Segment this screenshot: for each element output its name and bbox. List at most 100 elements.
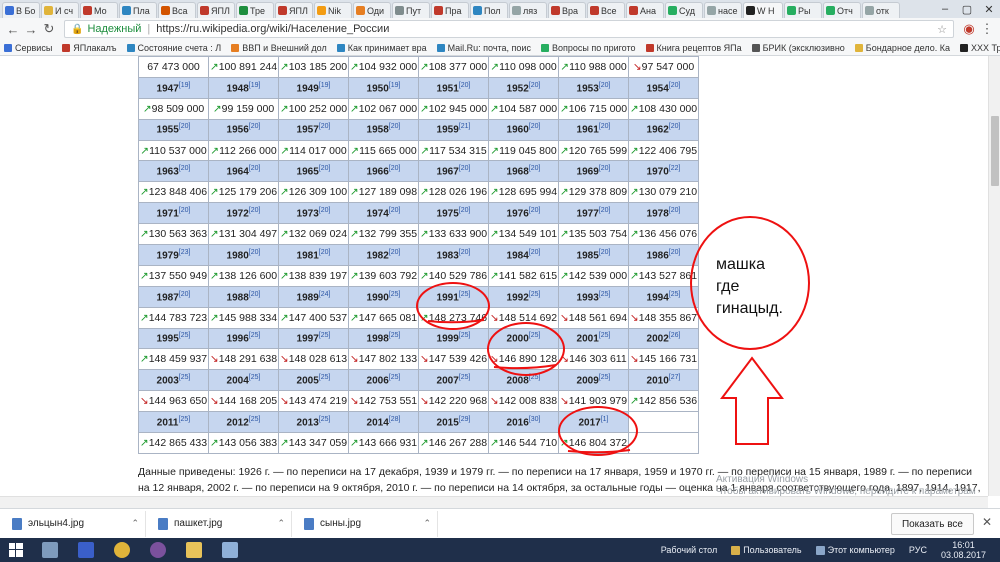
browser-tab[interactable]: отк <box>862 2 900 18</box>
download-filename: эльцын4.jpg <box>28 518 85 529</box>
browser-tab[interactable]: ЯПЛ <box>275 2 313 18</box>
tab-favicon-icon <box>356 6 365 15</box>
close-icon[interactable]: ✕ <box>978 0 1000 18</box>
minimize-icon[interactable]: – <box>934 0 956 18</box>
browser-tab[interactable]: Nik <box>314 2 352 18</box>
browser-tab[interactable]: Суд <box>665 2 703 18</box>
annotation-arrow <box>720 356 784 445</box>
bookmark-item[interactable]: Книга рецептов ЯПа <box>645 42 742 53</box>
tray-user-label: Пользователь <box>743 545 802 555</box>
forward-icon[interactable]: → <box>22 20 40 38</box>
bookmark-item[interactable]: Вопросы по пригото <box>540 43 636 53</box>
tab-label: Отч <box>837 5 853 16</box>
bookmark-item[interactable]: ВВП и Внешний дол <box>231 43 327 53</box>
viber-app-icon[interactable] <box>140 538 176 562</box>
browser-tab[interactable]: Оди <box>353 2 391 18</box>
browser-tab[interactable]: Пут <box>392 2 430 18</box>
tray-user[interactable]: Пользователь <box>731 545 802 555</box>
back-icon[interactable]: ← <box>4 20 22 38</box>
tab-favicon-icon <box>629 6 638 15</box>
bookmark-favicon-icon <box>4 43 12 52</box>
browser-tab[interactable]: Все <box>587 2 625 18</box>
tab-favicon-icon <box>512 6 521 15</box>
browser-tab[interactable]: Ры <box>784 2 822 18</box>
calculator-app-icon[interactable] <box>32 538 68 562</box>
tab-label: Ры <box>798 5 811 16</box>
browser-tab[interactable]: И сч <box>41 2 79 18</box>
browser-tab[interactable]: Тре <box>236 2 274 18</box>
tray-computer[interactable]: Этот компьютер <box>815 545 895 555</box>
bookmark-favicon-icon <box>540 43 549 52</box>
browser-tab[interactable]: Пла <box>119 2 157 18</box>
browser-tab[interactable]: Пра <box>431 2 469 18</box>
tray-computer-label: Этот компьютер <box>827 545 895 555</box>
bookmark-star-icon[interactable]: ☆ <box>937 23 947 36</box>
tab-label: Пол <box>484 5 501 16</box>
annotation-underline-2000 <box>493 364 557 370</box>
tab-favicon-icon <box>746 6 755 15</box>
tab-favicon-icon <box>161 6 170 15</box>
browser-tab[interactable]: Ана <box>626 2 664 18</box>
scroll-thumb[interactable] <box>991 116 999 186</box>
browser-tab[interactable]: Вра <box>548 2 586 18</box>
bookmark-favicon-icon <box>960 43 968 52</box>
browser-tab[interactable]: Пол <box>470 2 508 18</box>
browser-tab[interactable]: Вса <box>158 2 196 18</box>
browser-tab[interactable]: В Бо <box>2 2 40 18</box>
bookmark-label: Как принимает вра <box>347 42 427 53</box>
tab-favicon-icon <box>200 6 209 15</box>
tab-label: Вса <box>172 5 188 16</box>
reload-icon[interactable]: ↻ <box>40 20 58 38</box>
download-item[interactable]: эльцын4.jpg ⌃ <box>6 510 146 537</box>
extension-icon[interactable]: ◉ <box>960 20 978 38</box>
tab-label: В Бо <box>16 5 36 16</box>
annotation-underline-1991 <box>427 319 485 324</box>
clock[interactable]: 16:01 03.08.2017 <box>941 540 986 560</box>
download-item[interactable]: пашкет.jpg ⌃ <box>152 510 292 537</box>
browser-tab[interactable]: ляз <box>509 2 547 18</box>
vertical-scrollbar[interactable] <box>988 56 1000 496</box>
browser-tab[interactable]: Отч <box>823 2 861 18</box>
bookmark-item[interactable]: Как принимает вра <box>336 42 427 53</box>
browser-toolbar: ← → ↻ 🔒 Надежный | https://ru.wikipedia.… <box>0 18 1000 40</box>
tab-label: Пра <box>445 5 462 16</box>
bookmark-item[interactable]: Mail.Ru: почта, поис <box>436 43 531 53</box>
close-downloads-icon[interactable]: ✕ <box>982 515 992 529</box>
bookmark-label: Книга рецептов ЯПа <box>656 42 742 53</box>
chrome-app-icon[interactable] <box>104 538 140 562</box>
bookmark-item[interactable]: Сервисы <box>4 43 52 53</box>
show-all-downloads-button[interactable]: Показать все <box>890 513 974 535</box>
save-disk-app-icon[interactable] <box>68 538 104 562</box>
secure-label: Надежный <box>87 23 142 35</box>
file-explorer-app-icon[interactable] <box>176 538 212 562</box>
bookmark-label: Бондарное дело. Ка <box>865 42 950 53</box>
windows-start-icon[interactable] <box>0 538 32 562</box>
tab-favicon-icon <box>668 6 677 15</box>
bookmark-item[interactable]: ЯПлакалъ <box>62 43 117 53</box>
tab-favicon-icon <box>44 6 53 15</box>
paint-app-icon[interactable] <box>212 538 248 562</box>
bookmark-item[interactable]: Бондарное дело. Ка <box>854 42 950 53</box>
tab-label: ЯПЛ <box>289 5 308 16</box>
chevron-up-icon[interactable]: ⌃ <box>423 518 431 529</box>
download-item[interactable]: сыны.jpg ⌃ <box>298 510 438 537</box>
chevron-up-icon[interactable]: ⌃ <box>131 518 139 529</box>
horizontal-scrollbar[interactable] <box>0 496 988 508</box>
language-indicator[interactable]: РУС <box>909 545 927 555</box>
bookmark-item[interactable]: БРИК (эксклюзивно <box>751 43 845 53</box>
tab-label: Оди <box>367 5 385 16</box>
chevron-up-icon[interactable]: ⌃ <box>277 518 285 529</box>
address-bar[interactable]: 🔒 Надежный | https://ru.wikipedia.org/wi… <box>64 20 954 38</box>
menu-icon[interactable]: ⋮ <box>978 20 996 38</box>
browser-tab[interactable]: Мо <box>80 2 118 18</box>
tray-desktop[interactable]: Рабочий стол <box>661 545 718 555</box>
bookmark-item[interactable]: Состояние счета : Л <box>126 43 221 53</box>
browser-tab[interactable]: W Н <box>743 2 783 18</box>
browser-tab[interactable]: насе <box>704 2 742 18</box>
clock-date: 03.08.2017 <box>940 550 986 560</box>
tab-label: насе <box>718 5 738 16</box>
browser-tab[interactable]: ЯПЛ <box>197 2 235 18</box>
maximize-icon[interactable]: ▢ <box>956 0 978 18</box>
downloads-shelf: эльцын4.jpg ⌃ пашкет.jpg ⌃ сыны.jpg ⌃ Показат… <box>0 508 1000 538</box>
bookmark-item[interactable]: XXX Трекер :: Порно <box>960 43 1000 53</box>
